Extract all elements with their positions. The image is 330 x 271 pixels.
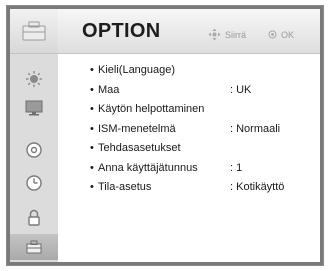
menu-item-value: : 1 <box>230 161 243 174</box>
menu-item-ism-method[interactable]: • ISM-menetelmä : Normaali <box>90 120 326 140</box>
menu-item-accessibility[interactable]: • Käytön helpottaminen <box>90 100 326 120</box>
menu-item-label: Käytön helpottaminen <box>98 103 205 115</box>
category-sidebar <box>10 9 58 262</box>
option-list: • Kieli(Language) • Maa : UK • Käytön helpo… <box>90 61 326 198</box>
sidebar-item-picture[interactable] <box>10 66 58 92</box>
move-hint-label: Siirrä <box>224 29 246 40</box>
menu-item-label: Tila-asetus <box>98 181 152 193</box>
menu-header: OPTION Siirrä OK <box>58 9 320 54</box>
menu-item-value: : UK <box>230 83 252 96</box>
screen-icon <box>25 100 43 116</box>
sidebar-item-screen[interactable] <box>10 95 58 121</box>
clock-icon <box>26 175 42 191</box>
option-menu-window: OPTION Siirrä OK • Kieli(Language) • Maa… <box>6 5 324 266</box>
ok-button-icon <box>268 30 277 39</box>
sidebar-item-option[interactable] <box>10 234 58 260</box>
option-toolbox-icon <box>26 240 42 254</box>
menu-item-label: Anna käyttäjätunnus <box>98 161 198 174</box>
menu-item-label: ISM-menetelmä <box>98 122 176 135</box>
option-menu-panel: OPTION Siirrä OK • Kieli(Language) • Maa… <box>10 9 320 262</box>
menu-item-label: Tehdasasetukset <box>98 142 181 154</box>
navigation-hint: Siirrä OK <box>208 28 294 41</box>
menu-item-set-id[interactable]: • Anna käyttäjätunnus : 1 <box>90 159 326 179</box>
ok-hint-label: OK <box>280 29 294 40</box>
move-arrows-icon <box>208 28 221 41</box>
menu-item-country[interactable]: • Maa : UK <box>90 81 326 101</box>
sidebar-item-lock[interactable] <box>10 205 58 231</box>
menu-item-label: Kieli(Language) <box>98 64 176 76</box>
sidebar-item-time[interactable] <box>10 170 58 196</box>
menu-item-mode-setting[interactable]: • Tila-asetus : Kotikäyttö <box>90 178 326 198</box>
page-title: OPTION <box>82 20 161 42</box>
picture-icon <box>26 71 42 87</box>
menu-item-label: Maa <box>98 83 120 96</box>
lock-icon <box>28 209 40 226</box>
toolbox-header-icon <box>22 21 46 41</box>
menu-item-language[interactable]: • Kieli(Language) <box>90 61 326 81</box>
disc-icon <box>26 142 42 158</box>
menu-item-value: : Kotikäyttö <box>230 181 285 193</box>
menu-item-factory-reset[interactable]: • Tehdasasetukset <box>90 139 326 159</box>
menu-item-value: : Normaali <box>230 122 281 135</box>
sidebar-header <box>10 9 58 54</box>
sidebar-item-disc[interactable] <box>10 137 58 163</box>
